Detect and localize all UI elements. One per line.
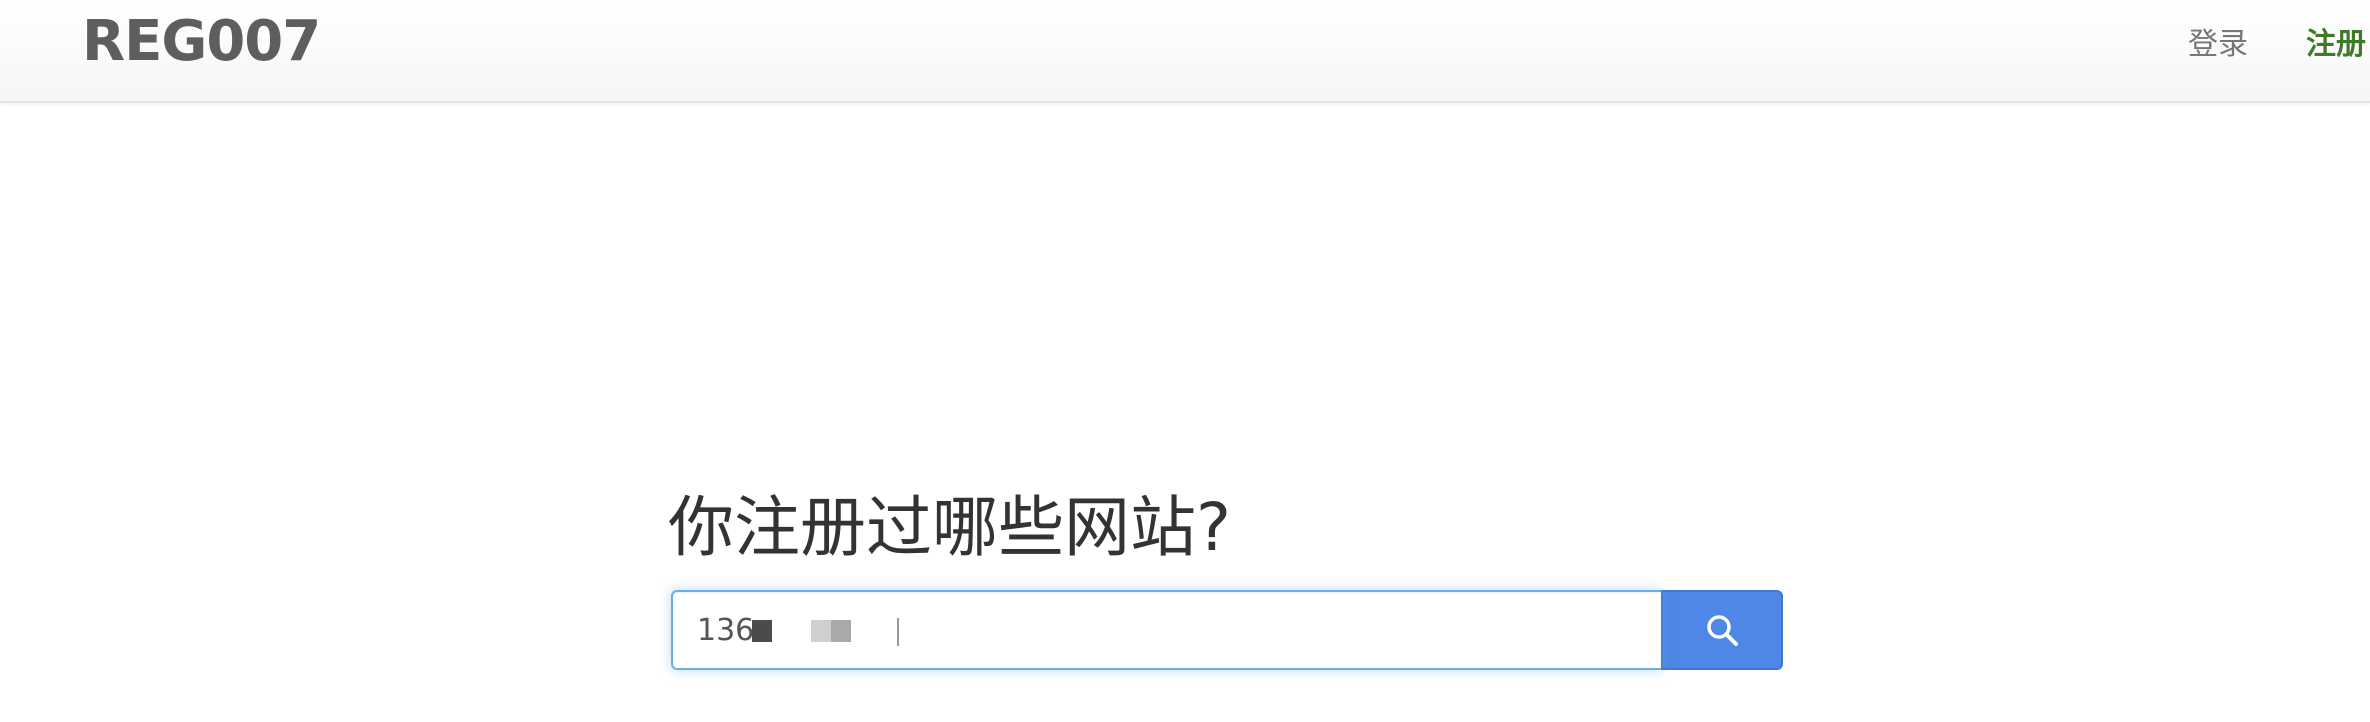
- page-headline: 你注册过哪些网站?: [668, 489, 1232, 566]
- search-input-wrapper: [671, 590, 1661, 670]
- search-icon: [1707, 615, 1738, 646]
- search-button[interactable]: [1661, 590, 1783, 670]
- brand-logo[interactable]: REG007: [82, 12, 321, 72]
- nav-links: 登录 注册: [2188, 16, 2370, 66]
- top-navbar: REG007 登录 注册: [0, 0, 2370, 103]
- login-link[interactable]: 登录: [2188, 19, 2248, 63]
- search-group: [671, 590, 1783, 670]
- search-input[interactable]: [671, 590, 1661, 670]
- register-link[interactable]: 注册: [2306, 19, 2366, 63]
